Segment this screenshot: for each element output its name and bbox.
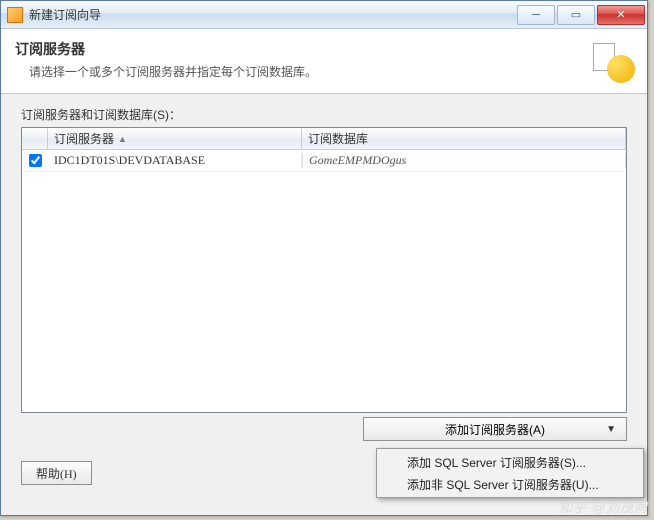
window-buttons: ─ ▭ ✕	[517, 5, 645, 25]
wizard-icon	[589, 39, 633, 83]
table-row[interactable]: IDC1DT01S\DEVDATABASE GomeEMPMDOgus	[22, 150, 626, 172]
sort-asc-icon: ▲	[118, 134, 127, 144]
row-database-cell[interactable]: GomeEMPMDOgus	[302, 153, 626, 168]
header-checkbox-col[interactable]	[22, 128, 48, 149]
body-panel: 订阅服务器和订阅数据库(S)： 订阅服务器 ▲ 订阅数据库	[1, 94, 647, 451]
header-database-col[interactable]: 订阅数据库	[302, 128, 626, 149]
wizard-header: 订阅服务器 请选择一个或多个订阅服务器并指定每个订阅数据库。	[1, 29, 647, 94]
add-subscriber-label: 添加订阅服务器(A)	[445, 421, 545, 438]
header-database-label: 订阅数据库	[308, 130, 368, 147]
titlebar[interactable]: 新建订阅向导 ─ ▭ ✕	[1, 1, 647, 29]
close-button[interactable]: ✕	[597, 5, 645, 25]
wizard-window: 新建订阅向导 ─ ▭ ✕ 订阅服务器 请选择一个或多个订阅服务器并指定每个订阅数…	[0, 0, 648, 516]
header-server-col[interactable]: 订阅服务器 ▲	[48, 128, 302, 149]
page-title: 订阅服务器	[15, 39, 589, 59]
window-title: 新建订阅向导	[29, 6, 517, 23]
maximize-button[interactable]: ▭	[557, 5, 595, 25]
subscriber-grid: 订阅服务器 ▲ 订阅数据库 IDC1DT01S\DEVDATABASE Gome…	[21, 127, 627, 413]
menu-add-non-sql-server[interactable]: 添加非 SQL Server 订阅服务器(U)...	[379, 473, 641, 495]
content-area: 订阅服务器 请选择一个或多个订阅服务器并指定每个订阅数据库。 订阅服务器和订阅数…	[1, 29, 647, 497]
row-checkbox[interactable]	[29, 154, 42, 167]
app-icon	[7, 7, 23, 23]
grid-label: 订阅服务器和订阅数据库(S)：	[21, 106, 627, 123]
grid-body: IDC1DT01S\DEVDATABASE GomeEMPMDOgus	[22, 150, 626, 172]
row-server-cell: IDC1DT01S\DEVDATABASE	[48, 153, 302, 168]
grid-header: 订阅服务器 ▲ 订阅数据库	[22, 128, 626, 150]
help-button[interactable]: 帮助(H)	[21, 461, 92, 485]
add-subscriber-menu: 添加 SQL Server 订阅服务器(S)... 添加非 SQL Server…	[376, 448, 644, 498]
header-server-label: 订阅服务器	[54, 130, 114, 147]
chevron-down-icon: ▼	[606, 424, 616, 435]
menu-add-sql-server[interactable]: 添加 SQL Server 订阅服务器(S)...	[379, 451, 641, 473]
add-subscriber-button[interactable]: 添加订阅服务器(A) ▼	[363, 417, 627, 441]
row-checkbox-cell[interactable]	[22, 154, 48, 167]
minimize-button[interactable]: ─	[517, 5, 555, 25]
page-subtitle: 请选择一个或多个订阅服务器并指定每个订阅数据库。	[29, 63, 589, 80]
